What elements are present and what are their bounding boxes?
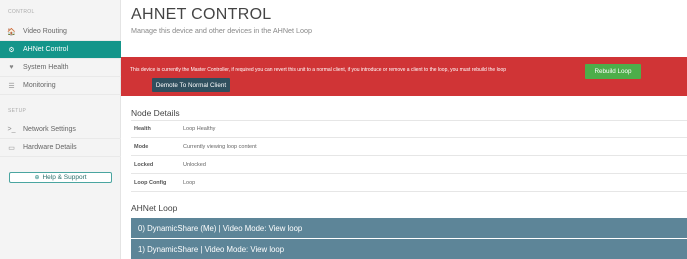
home-icon: 🏠 bbox=[7, 28, 16, 36]
terminal-icon: >_ bbox=[7, 126, 16, 133]
node-details-heading: Node Details bbox=[131, 108, 180, 118]
table-row: Locked Unlocked bbox=[131, 156, 687, 174]
rebuild-loop-button[interactable]: Rebuild Loop bbox=[585, 64, 641, 79]
heart-icon: ♥ bbox=[9, 64, 14, 71]
sidebar-item-label: Hardware Details bbox=[23, 144, 77, 151]
rss-icon: ☰ bbox=[8, 82, 15, 90]
sidebar: CONTROL 🏠 Video Routing ⚙ AHNet Control … bbox=[0, 0, 121, 259]
row-value: Unlocked bbox=[183, 161, 206, 168]
loop-node-item[interactable]: 0) DynamicShare (Me) | Video Mode: View … bbox=[131, 218, 687, 238]
row-key: Locked bbox=[134, 161, 154, 168]
sidebar-item-label: Monitoring bbox=[23, 82, 56, 89]
sidebar-item-label: Network Settings bbox=[23, 126, 76, 133]
sidebar-item-ahnet-control[interactable]: ⚙ AHNet Control bbox=[0, 41, 121, 59]
sidebar-item-label: Video Routing bbox=[23, 28, 67, 35]
demote-to-client-button[interactable]: Demote To Normal Client bbox=[152, 78, 230, 92]
sidebar-item-label: AHNet Control bbox=[23, 46, 69, 53]
master-controller-alert: This device is currently the Master Cont… bbox=[121, 57, 687, 96]
hdd-icon: ▭ bbox=[8, 144, 15, 152]
sidebar-section-control: CONTROL bbox=[8, 9, 35, 15]
sidebar-item-hardware-details[interactable]: ▭ Hardware Details bbox=[0, 139, 121, 157]
row-key: Health bbox=[134, 126, 151, 132]
sidebar-section-setup: SETUP bbox=[8, 108, 27, 114]
sidebar-item-video-routing[interactable]: 🏠 Video Routing bbox=[0, 23, 121, 41]
table-row: Health Loop Healthy bbox=[131, 120, 687, 138]
row-key: Mode bbox=[134, 143, 149, 150]
page-subtitle: Manage this device and other devices in … bbox=[131, 26, 312, 35]
alert-message: This device is currently the Master Cont… bbox=[130, 67, 507, 73]
row-key: Loop Config bbox=[134, 179, 167, 186]
ahnet-loop-heading: AHNet Loop bbox=[131, 203, 178, 213]
table-row: Mode Currently viewing loop content bbox=[131, 138, 687, 156]
page-title: AHNET CONTROL bbox=[131, 6, 272, 23]
help-support-label: Help & Support bbox=[42, 174, 87, 181]
row-value: Loop Healthy bbox=[183, 126, 216, 132]
help-support-button[interactable]: ⊕ Help & Support bbox=[9, 172, 112, 183]
sidebar-item-network-settings[interactable]: >_ Network Settings bbox=[0, 121, 121, 139]
cogs-icon: ⚙ bbox=[8, 46, 15, 54]
sidebar-item-label: System Health bbox=[23, 64, 69, 71]
sidebar-item-monitoring[interactable]: ☰ Monitoring bbox=[0, 77, 121, 95]
node-details-table: Health Loop Healthy Mode Currently viewi… bbox=[131, 120, 687, 192]
sidebar-item-system-health[interactable]: ♥ System Health bbox=[0, 59, 121, 77]
row-value: Loop bbox=[183, 179, 196, 186]
table-row: Loop Config Loop bbox=[131, 174, 687, 192]
loop-node-item[interactable]: 1) DynamicShare | Video Mode: View loop bbox=[131, 239, 687, 259]
row-value: Currently viewing loop content bbox=[183, 143, 257, 150]
plus-circle-icon: ⊕ bbox=[34, 175, 40, 181]
